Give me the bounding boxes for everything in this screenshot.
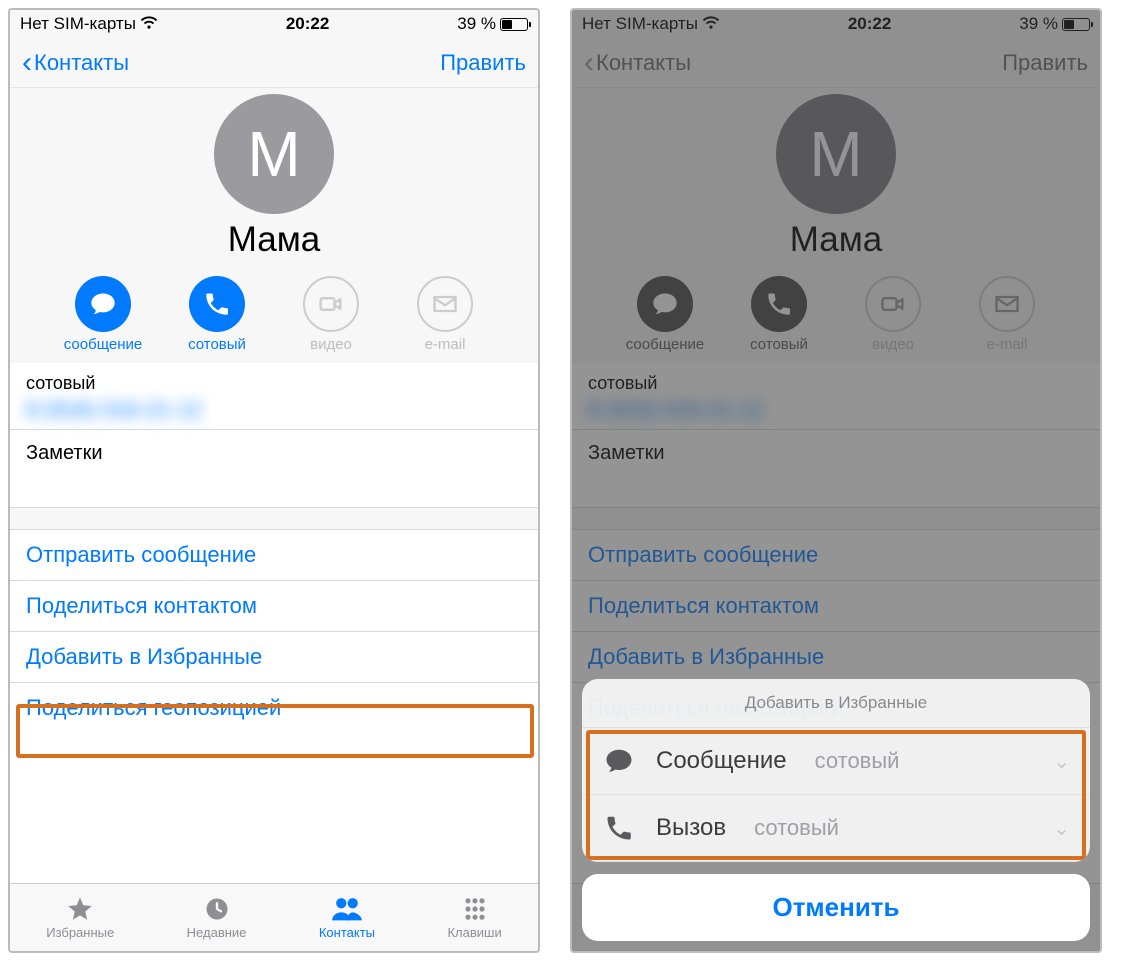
call-action[interactable]: сотовый [177,276,257,353]
chevron-down-icon: ⌄ [1053,749,1070,774]
details-section: сотовый 8 (916) 016-21-12 Заметки [10,363,538,508]
battery-pct: 39 % [457,14,496,34]
message-icon [602,746,636,776]
sheet-title: Добавить в Избранные [582,679,1090,728]
video-action[interactable]: видео [291,276,371,353]
tab-recents-label: Недавние [187,925,247,940]
tab-favorites-label: Избранные [46,925,114,940]
action-sheet: Добавить в Избранные Сообщение сотовый ⌄… [582,679,1090,941]
send-message-row[interactable]: Отправить сообщение [10,530,538,581]
share-contact-row[interactable]: Поделиться контактом [10,581,538,632]
tab-recents[interactable]: Недавние [187,895,247,940]
sheet-call-option[interactable]: Вызов сотовый ⌄ [582,795,1090,862]
message-icon [75,276,131,332]
sheet-cancel-button[interactable]: Отменить [582,874,1090,941]
clock: 20:22 [286,14,329,34]
tab-bar: Избранные Недавние Контакты Клавиши [10,883,538,951]
edit-button[interactable]: Править [440,50,526,76]
phone-number: 8 (916) 016-21-12 [26,397,522,423]
phone-icon [189,276,245,332]
call-label: сотовый [188,336,246,353]
notes-row[interactable]: Заметки [10,430,538,508]
actions-section: Отправить сообщение Поделиться контактом… [10,530,538,733]
email-label: e-mail [425,336,466,353]
tab-favorites[interactable]: Избранные [46,895,114,940]
message-action[interactable]: сообщение [63,276,143,353]
back-button[interactable]: ‹ Контакты [22,50,129,76]
nav-bar: ‹ Контакты Править [10,38,538,88]
add-favorite-row[interactable]: Добавить в Избранные [10,632,538,683]
share-location-row[interactable]: Поделиться геопозицией [10,683,538,733]
sheet-call-sub: сотовый [754,815,839,841]
video-icon [303,276,359,332]
tab-contacts[interactable]: Контакты [319,895,375,940]
sheet-call-label: Вызов [656,814,726,842]
email-action[interactable]: e-mail [405,276,485,353]
carrier-text: Нет SIM-карты [20,14,136,34]
wifi-icon [140,14,158,35]
phone-type-label: сотовый [26,373,522,394]
sheet-message-label: Сообщение [656,747,787,775]
back-label: Контакты [34,50,129,76]
screenshot-left: Нет SIM-карты 20:22 39 % ‹ Контакты Прав… [8,8,540,953]
status-bar: Нет SIM-карты 20:22 39 % [10,10,538,38]
section-gap [10,508,538,530]
video-label: видео [310,336,352,353]
message-label: сообщение [64,336,142,353]
contact-name: Мама [10,220,538,260]
mail-icon [417,276,473,332]
tab-contacts-label: Контакты [319,925,375,940]
contact-header: М Мама сообщение сотовый видео [10,88,538,363]
phone-row[interactable]: сотовый 8 (916) 016-21-12 [10,363,538,430]
sheet-message-option[interactable]: Сообщение сотовый ⌄ [582,728,1090,795]
battery-icon [500,18,528,31]
screenshot-right: Нет SIM-карты 20:22 39 % ‹ Контакты Прав… [570,8,1102,953]
tab-keypad-label: Клавиши [447,925,501,940]
chevron-down-icon: ⌄ [1053,816,1070,841]
sheet-options: Добавить в Избранные Сообщение сотовый ⌄… [582,679,1090,862]
tab-keypad[interactable]: Клавиши [447,895,501,940]
quick-actions: сообщение сотовый видео e-mail [10,276,538,353]
avatar: М [214,94,334,214]
sheet-message-sub: сотовый [815,748,900,774]
phone-icon [602,813,636,843]
